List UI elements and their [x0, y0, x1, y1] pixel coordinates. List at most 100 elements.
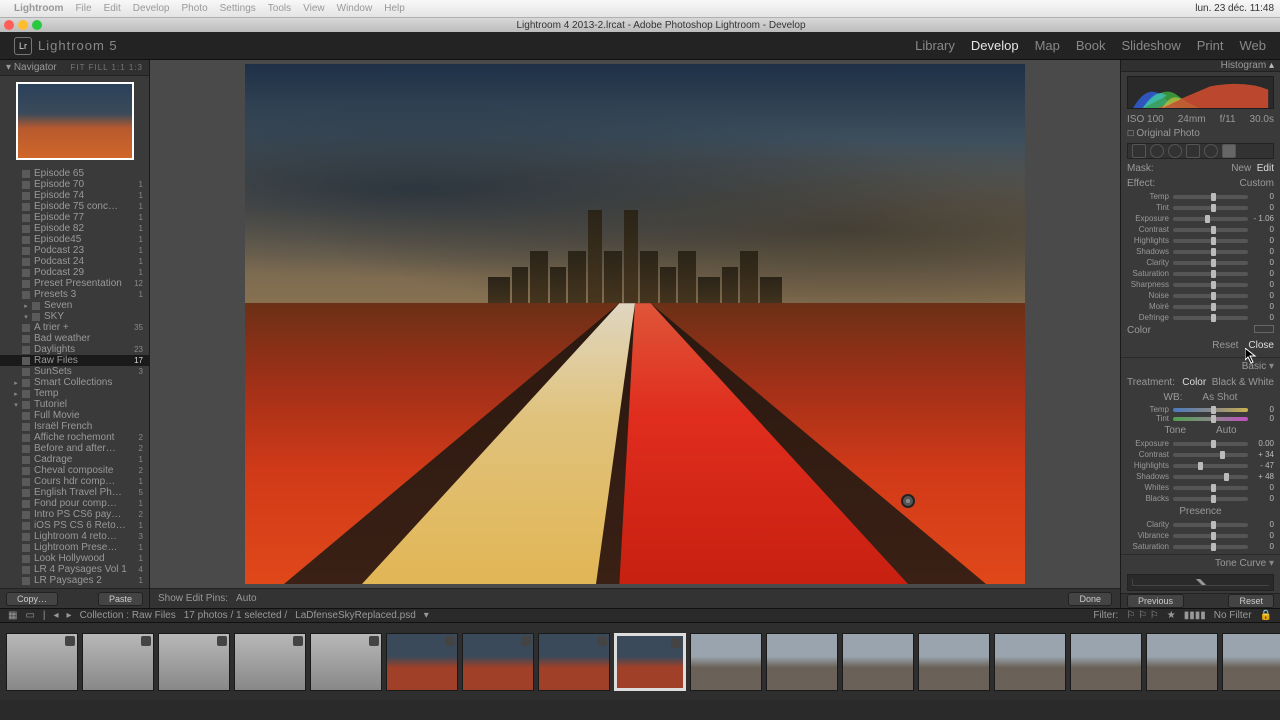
slider[interactable]	[1173, 206, 1248, 210]
filmstrip-thumb[interactable]	[1146, 633, 1218, 691]
menubar-clock[interactable]: lun. 23 déc. 11:48	[1195, 3, 1274, 14]
nav-fwd-icon[interactable]: ▸	[67, 610, 72, 621]
slider[interactable]	[1173, 442, 1248, 446]
tree-item[interactable]: Lightroom Prese…1	[0, 542, 149, 553]
previous-button[interactable]: Previous	[1127, 594, 1184, 608]
tree-item[interactable]: ▸Temp	[0, 388, 149, 399]
filter-colors-icon[interactable]: ▮▮▮▮	[1184, 610, 1206, 621]
zoom-icon[interactable]	[32, 20, 42, 30]
temp-slider[interactable]	[1173, 408, 1248, 412]
filmstrip-thumb[interactable]	[310, 633, 382, 691]
tree-item[interactable]: Preset Presentation12	[0, 278, 149, 289]
tree-item[interactable]: SunSets3	[0, 366, 149, 377]
tree-item[interactable]: Episode 771	[0, 212, 149, 223]
tree-item[interactable]: ▾SKY	[0, 311, 149, 322]
slider[interactable]	[1173, 283, 1248, 287]
adjustment-pin-icon[interactable]	[901, 494, 915, 508]
tree-item[interactable]: Podcast 291	[0, 267, 149, 278]
filmstrip-thumb[interactable]	[766, 633, 838, 691]
nav-back-icon[interactable]: ◂	[54, 610, 59, 621]
navigator-zoom[interactable]: FIT FILL 1:1 1:3	[71, 63, 143, 72]
tree-item[interactable]: Bad weather	[0, 333, 149, 344]
tree-item[interactable]: Raw Files17	[0, 355, 149, 366]
menu-settings[interactable]: Settings	[220, 3, 256, 14]
filter-preset[interactable]: No Filter	[1214, 610, 1252, 621]
slider[interactable]	[1173, 545, 1248, 549]
tree-item[interactable]: Full Movie	[0, 410, 149, 421]
histogram-header[interactable]: Histogram ▴	[1121, 60, 1280, 72]
status-collection[interactable]: Collection : Raw Files	[80, 610, 176, 621]
tree-item[interactable]: Before and after…2	[0, 443, 149, 454]
menu-edit[interactable]: Edit	[104, 3, 121, 14]
brush-tool-icon[interactable]	[1222, 144, 1236, 158]
filmstrip-thumb[interactable]	[690, 633, 762, 691]
menu-tools[interactable]: Tools	[268, 3, 291, 14]
filmstrip-thumb[interactable]	[538, 633, 610, 691]
tree-item[interactable]: A trier +35	[0, 322, 149, 333]
filmstrip-thumb[interactable]	[842, 633, 914, 691]
spot-tool-icon[interactable]	[1150, 144, 1164, 158]
tree-item[interactable]: Lightroom 4 reto…3	[0, 531, 149, 542]
tree-item[interactable]: Episode451	[0, 234, 149, 245]
tree-item[interactable]: ▾Tutoriel	[0, 399, 149, 410]
slider[interactable]	[1173, 534, 1248, 538]
slider[interactable]	[1173, 523, 1248, 527]
copy-button[interactable]: Copy…	[6, 592, 58, 606]
tone-auto[interactable]: Auto	[1216, 425, 1237, 436]
module-slideshow[interactable]: Slideshow	[1122, 38, 1181, 53]
wb-value[interactable]: As Shot	[1202, 392, 1237, 403]
filmstrip-thumb[interactable]	[1222, 633, 1280, 691]
module-develop[interactable]: Develop	[971, 38, 1019, 53]
tree-item[interactable]: Cheval composite2	[0, 465, 149, 476]
main-photo[interactable]	[245, 64, 1025, 584]
menu-help[interactable]: Help	[384, 3, 405, 14]
original-photo-check[interactable]: ☐ Original Photo	[1121, 126, 1280, 141]
slider[interactable]	[1173, 464, 1248, 468]
tree-item[interactable]: Cadrage1	[0, 454, 149, 465]
slider[interactable]	[1173, 261, 1248, 265]
filmstrip-thumb[interactable]	[82, 633, 154, 691]
tree-item[interactable]: Israël French	[0, 421, 149, 432]
loupe-view[interactable]	[150, 60, 1120, 588]
filter-lock-icon[interactable]: 🔒	[1260, 610, 1272, 621]
histogram-chart[interactable]	[1127, 76, 1274, 109]
graduated-tool-icon[interactable]	[1186, 144, 1200, 158]
done-button[interactable]: Done	[1068, 592, 1112, 606]
tree-item[interactable]: Fond pour comp…1	[0, 498, 149, 509]
tone-curve-chart[interactable]	[1127, 574, 1274, 591]
slider[interactable]	[1173, 250, 1248, 254]
tree-item[interactable]: Look Hollywood1	[0, 553, 149, 564]
tint-slider[interactable]	[1173, 417, 1248, 421]
slider[interactable]	[1173, 453, 1248, 457]
close-icon[interactable]	[4, 20, 14, 30]
filmstrip-thumb[interactable]	[234, 633, 306, 691]
filmstrip-thumb[interactable]	[918, 633, 990, 691]
tree-item[interactable]: LR 4 Paysages Vol 14	[0, 564, 149, 575]
tree-item[interactable]: Presets 31	[0, 289, 149, 300]
reset-button[interactable]: Reset	[1228, 594, 1274, 608]
brush-close-button[interactable]: Close	[1248, 340, 1274, 351]
treatment-color[interactable]: Color	[1182, 377, 1206, 388]
filmstrip-thumb[interactable]	[462, 633, 534, 691]
tree-item[interactable]: Episode 701	[0, 179, 149, 190]
slider[interactable]	[1173, 272, 1248, 276]
slider[interactable]	[1173, 475, 1248, 479]
secondary-icon[interactable]: ▭	[25, 610, 34, 621]
paste-button[interactable]: Paste	[98, 592, 143, 606]
tree-item[interactable]: ▸Seven	[0, 300, 149, 311]
filmstrip-thumb[interactable]	[994, 633, 1066, 691]
grid-icon[interactable]: ▦	[8, 610, 17, 621]
tree-item[interactable]: Daylights23	[0, 344, 149, 355]
slider[interactable]	[1173, 294, 1248, 298]
filmstrip-thumb[interactable]	[614, 633, 686, 691]
module-book[interactable]: Book	[1076, 38, 1106, 53]
menu-view[interactable]: View	[303, 3, 325, 14]
tree-item[interactable]: Podcast 231	[0, 245, 149, 256]
menu-file[interactable]: File	[75, 3, 91, 14]
module-web[interactable]: Web	[1240, 38, 1267, 53]
slider[interactable]	[1173, 217, 1248, 221]
mask-new[interactable]: New	[1231, 163, 1251, 174]
crop-tool-icon[interactable]	[1132, 144, 1146, 158]
module-library[interactable]: Library	[915, 38, 955, 53]
tree-item[interactable]: Affiche rochemont2	[0, 432, 149, 443]
